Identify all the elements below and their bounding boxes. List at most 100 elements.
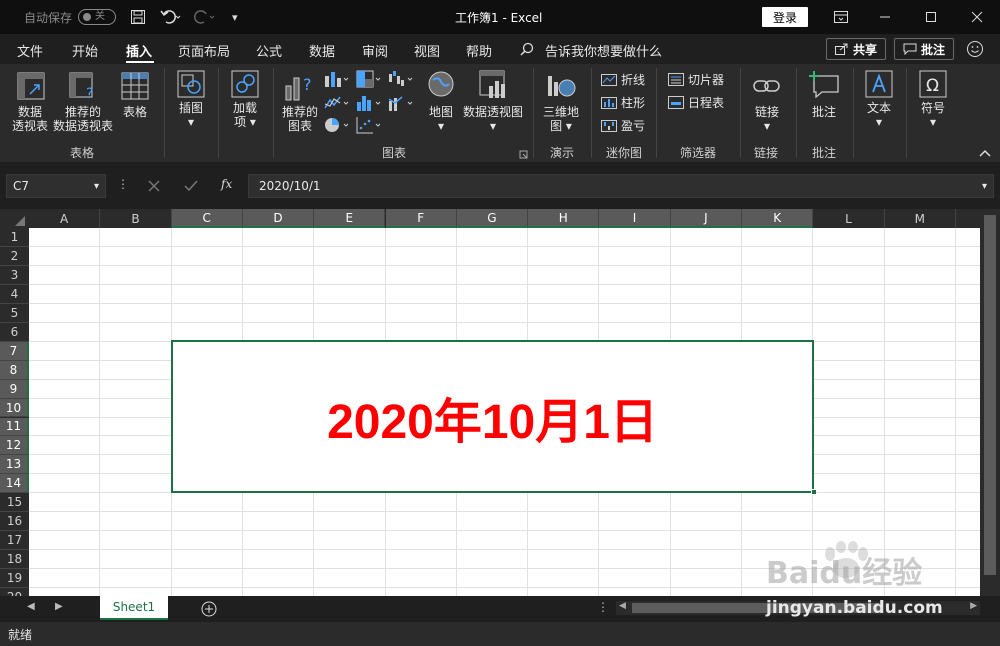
feedback-smiley-icon[interactable] (966, 40, 984, 58)
column-header-h[interactable]: H (528, 209, 600, 228)
autosave-toggle[interactable]: 关 (78, 9, 116, 25)
row-header-18[interactable]: 18 (0, 550, 29, 570)
share-button[interactable]: 共享 (826, 38, 886, 60)
illustrations-button[interactable]: 插图 ▾ (174, 101, 208, 129)
tab-page-layout[interactable]: 页面布局 (178, 41, 230, 60)
column-header-a[interactable]: A (29, 209, 101, 228)
scroll-left-icon[interactable]: ◀ (619, 601, 626, 611)
insert-function-icon[interactable]: fx (221, 177, 232, 191)
login-button[interactable]: 登录 (762, 7, 808, 27)
row-header-10[interactable]: 10 (0, 398, 29, 418)
row-header-11[interactable]: 11 (0, 417, 29, 437)
link-button[interactable]: 链接 ▾ (750, 105, 784, 133)
maximize-icon[interactable] (908, 0, 954, 34)
collapse-ribbon-icon[interactable] (979, 148, 991, 158)
row-header-16[interactable]: 16 (0, 512, 29, 532)
table-button[interactable]: 表格 (118, 105, 152, 119)
tab-help[interactable]: 帮助 (466, 41, 492, 60)
new-comment-button[interactable]: 批注 (807, 105, 841, 119)
expand-formula-icon[interactable]: ▾ (982, 181, 987, 192)
enter-icon[interactable] (184, 180, 198, 192)
cancel-icon[interactable] (148, 180, 160, 192)
column-header-b[interactable]: B (100, 209, 172, 228)
row-header-7[interactable]: 7 (0, 341, 29, 361)
column-header-j[interactable]: J (670, 209, 742, 228)
customize-qat-icon[interactable]: ▾ (232, 0, 238, 34)
column-header-f[interactable]: F (385, 209, 457, 228)
waterfall-chart-icon[interactable] (388, 70, 414, 88)
row-header-19[interactable]: 19 (0, 569, 29, 589)
column-chart-icon[interactable] (324, 70, 350, 88)
sheet-bar-options-icon[interactable]: ⋮ (597, 600, 609, 614)
sparkline-column-button[interactable]: 柱形 (601, 94, 645, 111)
row-header-15[interactable]: 15 (0, 493, 29, 513)
select-all-icon[interactable] (14, 215, 26, 227)
pie-chart-icon[interactable] (324, 116, 350, 134)
line-chart-icon[interactable] (324, 94, 350, 112)
scatter-chart-icon[interactable] (356, 116, 382, 134)
column-header-m[interactable]: M (885, 209, 956, 228)
scroll-right-icon[interactable]: ▶ (970, 601, 977, 611)
timeline-button[interactable]: 日程表 (668, 94, 724, 111)
tab-data[interactable]: 数据 (309, 41, 335, 60)
chart-dialog-launcher-icon[interactable] (519, 150, 528, 159)
ribbon-display-icon[interactable] (818, 0, 864, 34)
close-icon[interactable] (954, 0, 1000, 34)
prev-sheet-icon[interactable]: ◀ (27, 601, 35, 612)
column-header-g[interactable]: G (456, 209, 529, 228)
column-header-e[interactable]: E (314, 209, 386, 228)
column-header-d[interactable]: D (242, 209, 315, 228)
name-box-dropdown-icon[interactable]: ▾ (94, 181, 99, 192)
statistic-chart-icon[interactable] (356, 94, 382, 112)
save-icon[interactable] (130, 0, 146, 34)
recommended-pivot-button[interactable]: 推荐的 数据透视表 (52, 105, 114, 133)
hierarchy-chart-icon[interactable] (356, 70, 382, 88)
column-header-c[interactable]: C (171, 209, 243, 228)
column-header-l[interactable]: L (813, 209, 885, 228)
row-header-1[interactable]: 1 (0, 228, 29, 247)
row-header-6[interactable]: 6 (0, 323, 29, 342)
row-header-9[interactable]: 9 (0, 379, 29, 399)
search-icon[interactable] (520, 42, 534, 56)
sparkline-line-button[interactable]: 折线 (601, 71, 645, 88)
tab-file[interactable]: 文件 (17, 41, 43, 60)
vertical-scrollbar[interactable] (980, 209, 1000, 596)
tab-view[interactable]: 视图 (414, 41, 440, 60)
recommended-charts-button[interactable]: 推荐的 图表 (280, 105, 320, 133)
formula-input[interactable]: 2020/10/1 ▾ (248, 174, 994, 198)
row-header-14[interactable]: 14 (0, 474, 29, 494)
addins-button[interactable]: 加载 项 ▾ (226, 101, 264, 129)
redo-icon[interactable] (194, 0, 216, 34)
formula-bar-options-icon[interactable]: ⋮ (117, 177, 129, 191)
text-button[interactable]: 文本 ▾ (862, 101, 896, 129)
name-box[interactable]: C7 ▾ (6, 174, 106, 198)
slicer-button[interactable]: 切片器 (668, 71, 724, 88)
next-sheet-icon[interactable]: ▶ (55, 601, 63, 612)
column-header-i[interactable]: I (599, 209, 671, 228)
column-header-k[interactable]: K (742, 209, 814, 228)
row-header-3[interactable]: 3 (0, 266, 29, 285)
row-header-13[interactable]: 13 (0, 455, 29, 475)
row-header-17[interactable]: 17 (0, 531, 29, 551)
pivot-table-button[interactable]: 数据 透视表 (10, 105, 50, 133)
pivot-chart-button[interactable]: 数据透视图 ▾ (460, 105, 526, 133)
tab-insert[interactable]: 插入 (126, 41, 152, 60)
map-chart-button[interactable]: 地图 ▾ (424, 105, 458, 133)
fill-handle[interactable] (811, 489, 817, 495)
vertical-scroll-thumb[interactable] (984, 215, 996, 575)
combo-chart-icon[interactable] (388, 94, 414, 112)
symbol-button[interactable]: 符号 ▾ (916, 101, 950, 129)
comments-button[interactable]: 批注 (894, 38, 954, 60)
undo-icon[interactable] (160, 0, 182, 34)
3d-map-button[interactable]: 三维地 图 ▾ (540, 105, 582, 133)
selected-merged-cell[interactable]: 2020年10月1日 (171, 340, 814, 493)
row-header-2[interactable]: 2 (0, 247, 29, 266)
row-header-4[interactable]: 4 (0, 285, 29, 304)
row-header-5[interactable]: 5 (0, 304, 29, 323)
tab-formulas[interactable]: 公式 (256, 41, 282, 60)
sparkline-winloss-button[interactable]: 盈亏 (601, 117, 645, 134)
row-header-12[interactable]: 12 (0, 436, 29, 456)
add-sheet-icon[interactable] (201, 601, 217, 617)
tab-home[interactable]: 开始 (72, 41, 98, 60)
row-header-8[interactable]: 8 (0, 360, 29, 380)
